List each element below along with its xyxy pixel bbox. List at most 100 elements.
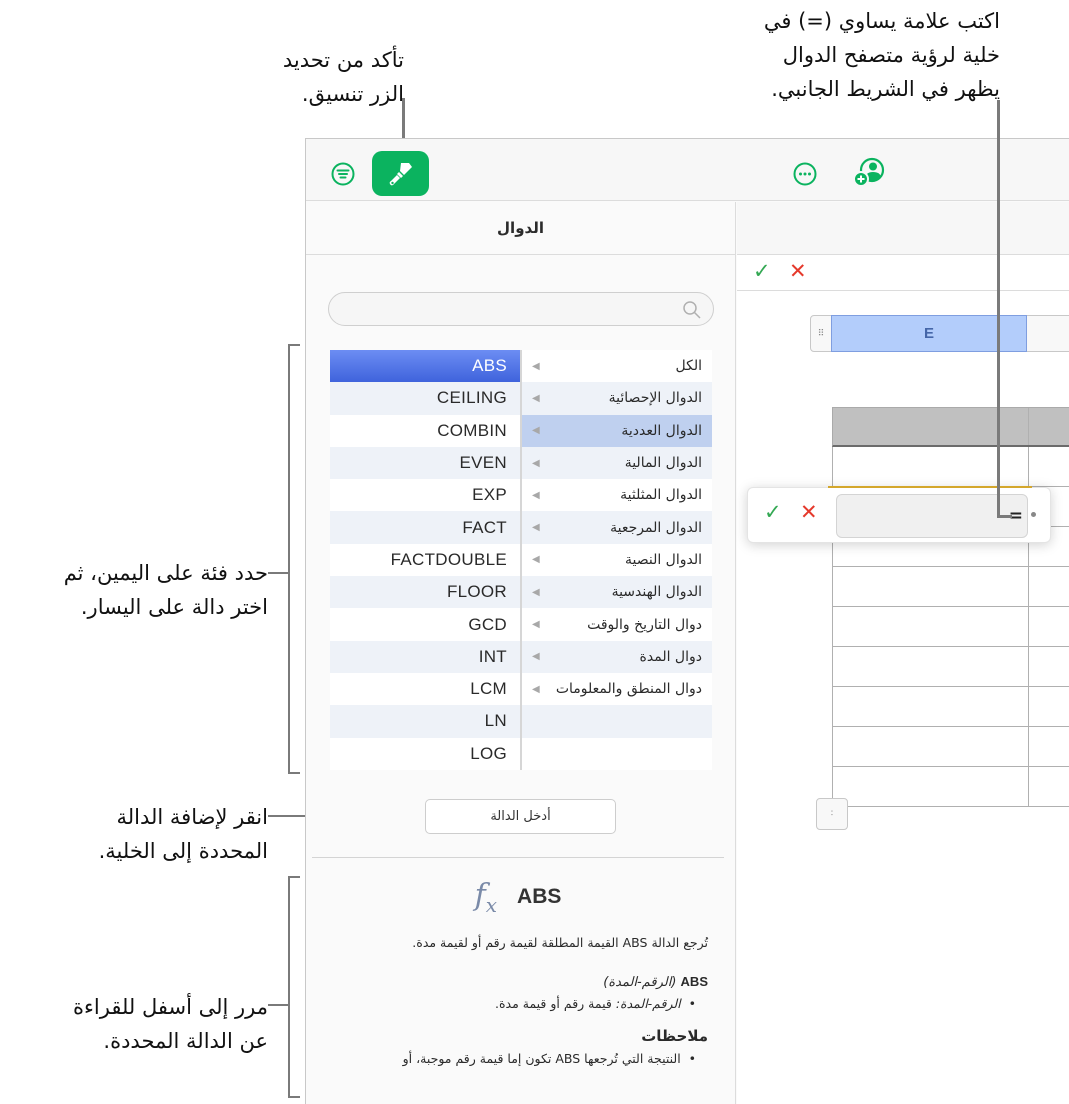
disclosure-arrow-icon: ◀ [532,489,540,501]
doc-syntax: ABS (الرقم-المدة) [328,974,708,990]
function-search-input[interactable] [328,292,714,326]
arg-name: الرقم-المدة: [615,996,681,1011]
category-label: الدوال النصية [624,551,702,568]
bracket-line [288,344,290,774]
category-item[interactable]: الدوال المالية ◀ [522,446,712,480]
numbers-app-window: الدوال ABS CEILING COMBIN EVEN EXP FACT FACTDO… [305,138,1069,1104]
category-label: دوال التاريخ والوقت [587,616,702,633]
function-item[interactable]: FLOOR [330,576,520,609]
function-item[interactable]: ABS [330,350,520,383]
callout-equals-sign: اكتب علامة يساوي (=) في خلية لرؤية متصفح… [700,4,1000,106]
table-row[interactable] [832,607,1069,647]
sidebar-title: الدوال [306,202,735,255]
function-item[interactable]: LN [330,705,520,738]
table-row[interactable] [832,767,1069,807]
category-item[interactable]: الدوال العددية ◀ [522,414,712,447]
bracket-line [288,876,300,878]
callout-format-button: تأكد من تحديد الزر تنسيق. [236,43,404,111]
category-item[interactable]: دوال المدة ◀ [522,640,712,673]
function-item[interactable]: INT [330,640,520,673]
category-item[interactable]: الدوال المثلثية ◀ [522,479,712,511]
insert-function-button[interactable]: أدخل الدالة [425,799,616,834]
leader-line [268,572,290,574]
ellipsis-circle-icon [793,162,817,186]
editor-handle[interactable] [1031,512,1036,517]
function-item[interactable]: LOG [330,738,520,770]
callout-line: اختر دالة على اليسار. [80,595,268,619]
table-row[interactable] [832,567,1069,607]
function-item[interactable]: EXP [330,479,520,511]
category-item[interactable]: الدوال النصية ◀ [522,544,712,576]
table-row[interactable] [832,647,1069,687]
more-button[interactable] [792,161,818,187]
fx-icon: fx [474,877,498,917]
disclosure-arrow-icon: ◀ [532,457,540,469]
function-item[interactable]: FACT [330,511,520,544]
function-list: ABS CEILING COMBIN EVEN EXP FACT FACTDOUBLE FLO… [330,350,520,770]
callout-line: حدد فئة على اليمين، ثم [63,561,268,585]
function-item[interactable]: LCM [330,673,520,705]
category-item [522,705,712,738]
function-item[interactable]: EVEN [330,446,520,480]
category-item[interactable]: دوال المنطق والمعلومات ◀ [522,673,712,705]
table-header-row [832,407,1069,447]
category-item[interactable]: الدوال المرجعية ◀ [522,511,712,544]
disclosure-arrow-icon: ◀ [532,360,540,372]
bracket-line [288,876,290,1098]
syntax-args: (الرقم-المدة) [603,975,677,990]
function-browser: ABS CEILING COMBIN EVEN EXP FACT FACTDOUBLE FLO… [330,350,712,770]
category-item [522,738,712,770]
category-label: دوال المدة [639,648,702,665]
paintbrush-icon [389,162,412,185]
callout-insert-function: انقر لإضافة الدالة المحددة إلى الخلية. [60,800,268,868]
doc-description: تُرجع الدالة ABS القيمة المطلقة لقيمة رق… [412,935,708,950]
table [832,407,1069,807]
spreadsheet-canvas: ✓ ✕ ⠿ E ∶ [737,202,1069,1104]
disclosure-arrow-icon: ◀ [532,392,540,404]
function-documentation: ABS fx تُرجع الدالة ABS القيمة المطلقة ل… [306,872,730,1067]
table-row[interactable] [832,447,1069,487]
callout-line: انقر لإضافة الدالة [116,805,269,829]
bracket-line [288,344,300,346]
table-row[interactable] [832,687,1069,727]
formula-bar: ✓ ✕ [737,255,1069,291]
doc-function-name: ABS [517,885,562,908]
category-label: الدوال الإحصائية [608,390,702,407]
column-grip-handle[interactable]: ⠿ [811,316,831,351]
accept-cell-button[interactable]: ✓ [764,500,782,524]
category-item[interactable]: الدوال الهندسية ◀ [522,576,712,609]
category-item[interactable]: الدوال الإحصائية ◀ [522,382,712,415]
organize-button[interactable] [330,161,356,187]
disclosure-arrow-icon: ◀ [532,683,540,695]
category-list: الكل ◀ الدوال الإحصائية ◀ الدوال العددية ◀ الد… [522,350,712,770]
organize-icon [331,162,355,186]
category-item[interactable]: دوال التاريخ والوقت ◀ [522,608,712,640]
category-label: الدوال الهندسية [611,584,702,601]
collaborate-button[interactable] [853,157,887,189]
leader-line [997,515,1012,518]
doc-argument: • الرقم-المدة: قيمة رقم أو قيمة مدة. [494,996,696,1011]
cancel-formula-button[interactable]: ✕ [789,259,807,283]
function-item[interactable]: FACTDOUBLE [330,544,520,576]
cancel-cell-button[interactable]: ✕ [800,500,818,524]
table-row[interactable] [832,727,1069,767]
search-icon [683,301,701,319]
disclosure-arrow-icon: ◀ [532,522,540,534]
callout-line: الزر تنسيق. [301,82,404,106]
row-grip-handle[interactable]: ∶ [816,798,848,830]
category-label: الدوال المالية [624,455,702,472]
category-item[interactable]: الكل ◀ [522,350,712,382]
disclosure-arrow-icon: ◀ [532,554,540,566]
callout-line: يظهر في الشريط الجانبي. [771,77,1000,101]
leader-line [268,1004,290,1006]
add-person-icon [853,157,885,187]
function-item[interactable]: COMBIN [330,415,520,447]
format-button[interactable] [372,151,429,196]
function-item[interactable]: GCD [330,608,520,640]
category-label: الدوال المرجعية [610,519,702,536]
disclosure-arrow-icon: ◀ [532,425,540,437]
doc-note: • النتيجة التي تُرجعها ABS تكون إما قيمة… [402,1051,696,1066]
category-label: الدوال المثلثية [620,487,702,504]
function-item[interactable]: CEILING [330,382,520,415]
accept-formula-button[interactable]: ✓ [753,259,771,283]
